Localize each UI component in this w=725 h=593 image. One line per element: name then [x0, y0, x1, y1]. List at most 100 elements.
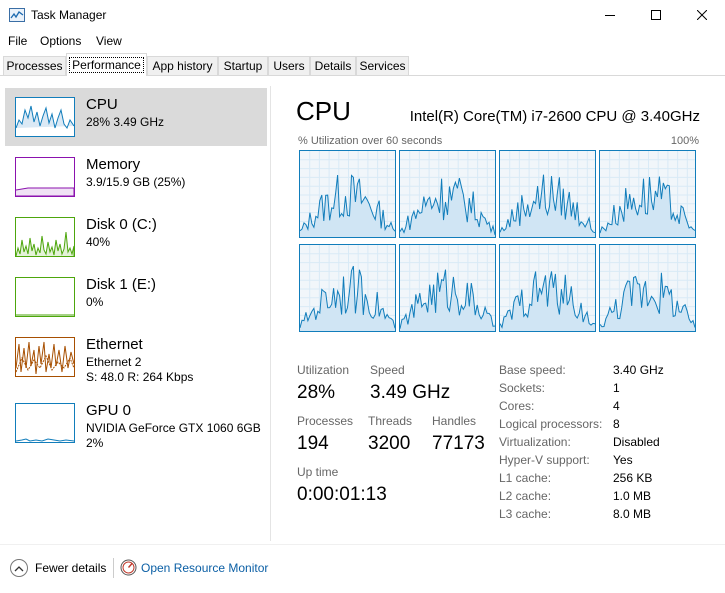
open-resource-monitor-link[interactable]: Open Resource Monitor: [141, 561, 268, 575]
sidebar-item-name: GPU 0: [86, 402, 132, 419]
sockets-value: 1: [613, 381, 620, 395]
l1-cache-label: L1 cache:: [499, 471, 552, 485]
resource-monitor-icon[interactable]: [120, 559, 137, 576]
l2-cache-value: 1.0 MB: [613, 489, 652, 503]
sidebar-item-cpu[interactable]: CPU 28% 3.49 GHz: [5, 88, 267, 146]
utilization-line: [600, 245, 695, 331]
speed-label: Speed: [370, 363, 405, 377]
logical-processor-graph: [399, 150, 496, 238]
speed-value: 3.49 GHz: [370, 382, 451, 403]
sidebar-item-disk-1[interactable]: Disk 1 (E:) 0%: [5, 268, 267, 324]
sidebar-item-gpu-0[interactable]: GPU 0 NVIDIA GeForce GTX 1060 6GB 2%: [5, 394, 267, 460]
disk-0-thumbnail-graph: [15, 217, 75, 257]
tab-services[interactable]: Services: [356, 56, 409, 75]
utilization-line: [400, 245, 495, 331]
maximize-icon: [651, 10, 661, 20]
utilization-line: [500, 151, 595, 237]
l3-cache-label: L3 cache:: [499, 507, 552, 521]
sidebar-item-name: Ethernet: [86, 336, 143, 353]
minimize-icon: [605, 15, 615, 16]
menu-file[interactable]: File: [8, 34, 27, 48]
utilization-line: [300, 245, 395, 331]
close-button[interactable]: [679, 0, 725, 30]
sidebar-item-disk-0[interactable]: Disk 0 (C:) 40%: [5, 208, 267, 264]
base-speed-label: Base speed:: [499, 363, 566, 377]
hyper-v-value: Yes: [613, 453, 633, 467]
l3-cache-value: 8.0 MB: [613, 507, 652, 521]
tab-label: Performance: [69, 57, 144, 73]
tab-app-history[interactable]: App history: [147, 56, 218, 75]
logical-processor-graph: [299, 150, 396, 238]
sidebar-item-name: Memory: [86, 156, 141, 173]
hyper-v-label: Hyper-V support:: [499, 453, 590, 467]
threads-value: 3200: [368, 433, 411, 454]
tab-label: Users: [273, 59, 305, 73]
base-speed-value: 3.40 GHz: [613, 363, 664, 377]
footer-separator: [113, 558, 114, 578]
sidebar-item-name: Disk 1 (E:): [86, 276, 157, 293]
logical-processor-graph: [399, 244, 496, 332]
sidebar-item-detail-2: S: 48.0 R: 264 Kbps: [86, 370, 194, 384]
l2-cache-label: L2 cache:: [499, 489, 552, 503]
uptime-label: Up time: [297, 465, 339, 479]
logical-processors-value: 8: [613, 417, 620, 431]
sidebar-item-detail: Ethernet 2: [86, 355, 142, 369]
cores-label: Cores:: [499, 399, 535, 413]
maximize-button[interactable]: [633, 0, 679, 30]
tab-label: Services: [359, 59, 406, 73]
menu-view[interactable]: View: [96, 34, 122, 48]
sockets-label: Sockets:: [499, 381, 546, 395]
logical-processors-label: Logical processors:: [499, 417, 603, 431]
logical-processor-graph: [599, 150, 696, 238]
minimize-button[interactable]: [587, 0, 633, 30]
sidebar-item-detail: 40%: [86, 235, 111, 249]
sidebar-item-detail: 28% 3.49 GHz: [86, 115, 165, 129]
threads-label: Threads: [368, 414, 413, 428]
tab-label: Processes: [6, 59, 63, 73]
tab-performance[interactable]: Performance: [66, 53, 147, 76]
tab-users[interactable]: Users: [268, 56, 310, 75]
disk-1-thumbnail-graph: [15, 277, 75, 317]
handles-label: Handles: [432, 414, 477, 428]
window-title: Task Manager: [31, 8, 107, 22]
processes-value: 194: [297, 433, 329, 454]
l1-cache-value: 256 KB: [613, 471, 653, 485]
ethernet-thumbnail-graph: [15, 337, 75, 377]
logical-processor-graph: [499, 150, 596, 238]
memory-thumbnail-graph: [15, 157, 75, 197]
cpu-thumbnail-graph: [15, 97, 75, 137]
sidebar-item-detail: NVIDIA GeForce GTX 1060 6GB: [86, 421, 261, 435]
cores-value: 4: [613, 399, 620, 413]
virtualization-value: Disabled: [613, 435, 660, 449]
logical-processor-graph: [599, 244, 696, 332]
chevron-up-icon: [14, 565, 24, 571]
tab-label: App history: [152, 59, 213, 73]
uptime-value: 0:00:01:13: [297, 484, 387, 505]
fewer-details-link[interactable]: Fewer details: [35, 561, 106, 575]
page-title: CPU: [296, 96, 351, 126]
graph-caption: % Utilization over 60 seconds: [298, 135, 443, 147]
sidebar-item-memory[interactable]: Memory 3.9/15.9 GB (25%): [5, 148, 267, 204]
sidebar-item-detail: 0%: [86, 295, 104, 309]
fewer-details-button[interactable]: [10, 559, 28, 577]
tab-processes[interactable]: Processes: [3, 56, 66, 75]
footer-divider: [0, 544, 725, 545]
sidebar-item-name: Disk 0 (C:): [86, 216, 157, 233]
sidebar-item-ethernet[interactable]: Ethernet Ethernet 2 S: 48.0 R: 264 Kbps: [5, 328, 267, 394]
tab-details[interactable]: Details: [310, 56, 356, 75]
logical-processor-graph: [299, 244, 396, 332]
handles-value: 77173: [432, 433, 485, 454]
utilization-label: Utilization: [297, 363, 350, 377]
menu-bar: File Options View: [0, 31, 725, 51]
logical-processor-graph: [499, 244, 596, 332]
tab-label: Details: [314, 59, 352, 73]
panel-divider: [270, 86, 271, 541]
close-icon: [697, 10, 707, 20]
tab-startup[interactable]: Startup: [218, 56, 268, 75]
tab-label: Startup: [223, 59, 263, 73]
title-bar: Task Manager: [0, 0, 725, 30]
menu-options[interactable]: Options: [40, 34, 81, 48]
utilization-line: [300, 151, 395, 237]
virtualization-label: Virtualization:: [499, 435, 571, 449]
graph-max-label: 100%: [670, 135, 699, 147]
